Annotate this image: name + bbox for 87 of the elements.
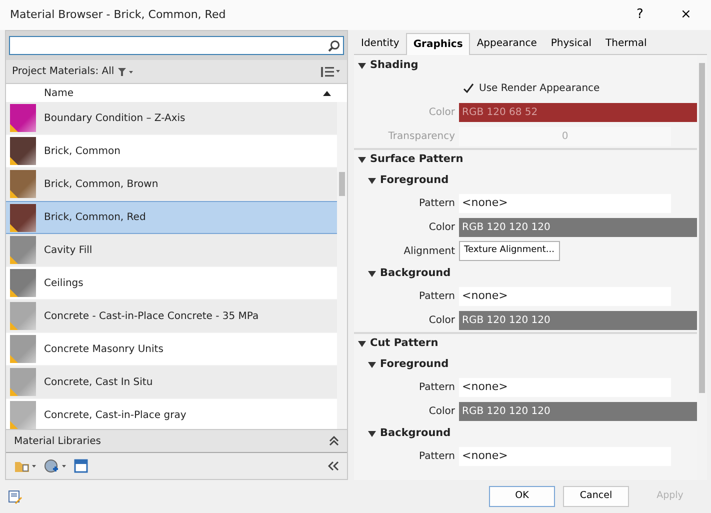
- group-title: Foreground: [380, 356, 449, 372]
- material-name: Boundary Condition – Z-Axis: [44, 112, 186, 126]
- pattern-field[interactable]: <none>: [459, 378, 671, 396]
- corner-marker-icon: [10, 224, 18, 232]
- group-title: Foreground: [380, 172, 449, 188]
- pattern-field[interactable]: <none>: [459, 446, 671, 466]
- material-name: Brick, Common, Brown: [44, 178, 158, 192]
- collapse-triangle-icon[interactable]: [368, 176, 376, 184]
- material-row[interactable]: Cavity Fill: [6, 234, 337, 267]
- pattern-field[interactable]: <none>: [459, 194, 671, 212]
- material-name: Concrete, Cast-in-Place gray: [44, 408, 186, 422]
- field-label: Pattern: [418, 380, 456, 394]
- panel-icon[interactable]: [74, 459, 88, 473]
- folder-icon[interactable]: [14, 459, 36, 473]
- dialog-button[interactable]: OK: [489, 486, 555, 507]
- group-title: Background: [380, 266, 451, 281]
- group-title: Background: [380, 426, 451, 441]
- corner-marker-icon: [10, 388, 18, 396]
- collapse-triangle-icon[interactable]: [358, 62, 366, 70]
- close-button[interactable]: ×: [671, 3, 701, 27]
- material-name: Brick, Common: [44, 144, 120, 158]
- field-label: Color: [428, 220, 456, 234]
- field-label: Pattern: [418, 196, 456, 210]
- libraries-header: Material Libraries: [14, 434, 102, 448]
- corner-marker-icon: [10, 157, 18, 165]
- material-name: Concrete Masonry Units: [44, 342, 164, 356]
- field-label: Color: [428, 106, 456, 120]
- double-chevron-up-icon[interactable]: [329, 436, 339, 446]
- corner-marker-icon: [10, 289, 18, 297]
- tab[interactable]: Graphics: [406, 33, 470, 55]
- section-title: Shading: [370, 58, 418, 73]
- sort-ascending-icon: [323, 90, 331, 96]
- pattern-field[interactable]: <none>: [459, 286, 671, 306]
- collapse-triangle-icon[interactable]: [368, 360, 376, 368]
- corner-marker-icon: [10, 355, 18, 363]
- search-field[interactable]: [9, 36, 344, 55]
- collapse-triangle-icon[interactable]: [368, 270, 376, 278]
- material-name: Concrete, Cast In Situ: [44, 376, 153, 390]
- corner-marker-icon: [10, 190, 18, 198]
- field-label: Transparency: [387, 130, 456, 144]
- edit-document-icon[interactable]: [8, 490, 22, 504]
- corner-marker-icon: [10, 322, 18, 330]
- globe-plus-icon[interactable]: [44, 459, 66, 473]
- color-swatch-field[interactable]: RGB 120 120 120: [459, 402, 697, 420]
- field-label: Pattern: [418, 290, 456, 304]
- color-swatch-field[interactable]: RGB 120 120 120: [459, 310, 697, 330]
- tab[interactable]: Appearance: [470, 32, 544, 54]
- filter-label: Project Materials: All: [12, 65, 114, 79]
- field-label: Color: [428, 314, 456, 328]
- checkbox-tick-icon[interactable]: [463, 82, 474, 94]
- search-icon: [328, 40, 340, 52]
- material-name: Cavity Fill: [44, 244, 92, 258]
- collapse-triangle-icon[interactable]: [358, 340, 366, 348]
- list-scrollbar[interactable]: [337, 102, 347, 429]
- section-title: Cut Pattern: [370, 336, 438, 352]
- list-view-icon[interactable]: [321, 66, 341, 78]
- collapse-triangle-icon[interactable]: [358, 156, 366, 164]
- window-title: Material Browser - Brick, Common, Red: [10, 6, 227, 23]
- corner-marker-icon: [10, 421, 18, 429]
- material-row[interactable]: Concrete, Cast In Situ: [6, 366, 337, 399]
- filter-dropdown-icon[interactable]: [118, 66, 134, 76]
- material-name: Brick, Common, Red: [44, 211, 146, 225]
- color-swatch-field[interactable]: RGB 120 120 120: [459, 218, 697, 236]
- material-row[interactable]: Boundary Condition – Z-Axis: [6, 102, 337, 135]
- double-chevron-left-icon[interactable]: [328, 461, 339, 471]
- help-button[interactable]: ?: [625, 3, 655, 27]
- tab[interactable]: Identity: [354, 32, 406, 54]
- material-name: Ceilings: [44, 276, 84, 290]
- field-label: Pattern: [418, 450, 456, 464]
- corner-marker-icon: [10, 124, 18, 132]
- section-title: Surface Pattern: [370, 152, 464, 168]
- field-label: Color: [428, 404, 456, 418]
- material-row[interactable]: Concrete Masonry Units: [6, 333, 337, 366]
- checkbox-label: Use Render Appearance: [479, 82, 600, 96]
- collapse-triangle-icon[interactable]: [368, 430, 376, 438]
- texture-alignment-button[interactable]: Texture Alignment...: [459, 241, 560, 261]
- material-row[interactable]: Ceilings: [6, 267, 337, 300]
- tab[interactable]: Physical: [544, 32, 599, 54]
- corner-marker-icon: [10, 256, 18, 264]
- material-row[interactable]: Brick, Common, Red: [6, 201, 337, 234]
- material-row[interactable]: Brick, Common: [6, 135, 337, 168]
- material-row[interactable]: Brick, Common, Brown: [6, 168, 337, 201]
- material-name: Concrete - Cast-in-Place Concrete - 35 MPa: [44, 310, 259, 324]
- dialog-button[interactable]: Cancel: [563, 486, 629, 507]
- field-label: Alignment: [402, 244, 456, 258]
- material-row[interactable]: Concrete - Cast-in-Place Concrete - 35 MPa: [6, 300, 337, 333]
- tab[interactable]: Thermal: [598, 32, 654, 54]
